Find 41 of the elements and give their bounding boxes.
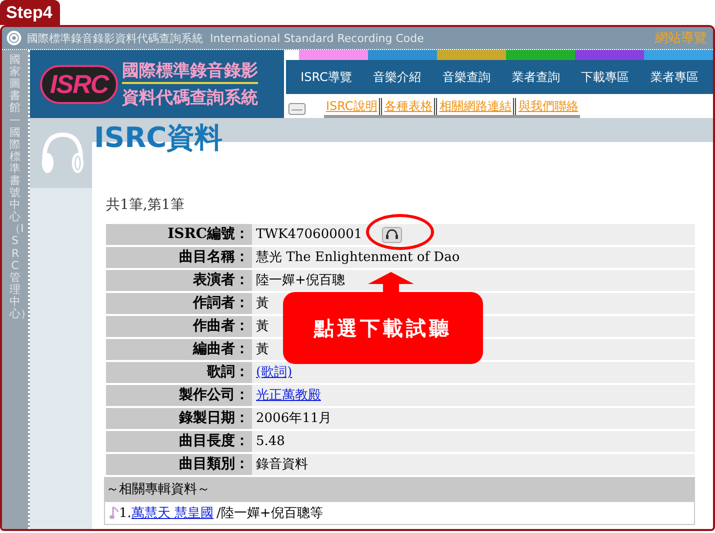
- page-title: ISRC資料: [94, 120, 224, 156]
- callout-tooltip: 點選下載試聽: [283, 292, 483, 364]
- highlight-ellipse: [366, 214, 434, 250]
- section-header: ～相關專輯資料～: [104, 477, 695, 501]
- album-link[interactable]: 萬慧天 慧皇國: [131, 504, 214, 522]
- field-value: 錄音資料: [252, 454, 695, 475]
- nav-link[interactable]: 業者查詢: [512, 68, 560, 86]
- logo-title: 國際標準錄音錄影: [122, 59, 258, 84]
- field-value: 陸一嬋+倪百聰: [252, 270, 695, 291]
- site-title: 國際標準錄音錄影資料代碼查詢系統 International Standard Recording Code: [27, 30, 424, 46]
- field-label: 作曲者：: [106, 316, 252, 337]
- field-label: 曲目類別：: [106, 454, 252, 475]
- nav-link[interactable]: 下載專區: [581, 68, 630, 86]
- nav-link[interactable]: ISRC導覽: [300, 68, 352, 86]
- code-text: TWK470600001: [256, 227, 362, 242]
- field-value: 2006年11月: [252, 408, 695, 429]
- field-label: 製作公司：: [106, 385, 252, 406]
- field-label: 編曲者：: [106, 339, 252, 360]
- field-value: 5.48: [252, 431, 695, 452]
- nav-link[interactable]: 業者專區: [650, 68, 698, 86]
- value-link[interactable]: (歌詞): [256, 365, 292, 380]
- nav-link[interactable]: 音樂介紹: [373, 68, 422, 86]
- field-label: 歌詞：: [106, 362, 252, 383]
- music-note-icon: [109, 506, 119, 520]
- field-label: 表演者：: [106, 270, 252, 291]
- card-icon: [288, 102, 306, 116]
- field-value: 慧光 The Enlightenment of Dao: [252, 247, 695, 268]
- logo-mark: ISRC: [40, 64, 118, 104]
- album-number: 1.: [119, 506, 132, 520]
- value-link[interactable]: 光正萬教殿: [256, 388, 321, 403]
- field-label: ISRC編號：: [106, 224, 252, 245]
- result-count: 共1筆,第1筆: [106, 196, 186, 214]
- nav-link[interactable]: 音樂查詢: [442, 68, 490, 86]
- pointer-arrow: [368, 272, 414, 293]
- field-label: 錄製日期：: [106, 408, 252, 429]
- listen-button[interactable]: [382, 226, 402, 243]
- field-label: 作詞者：: [106, 293, 252, 314]
- logo-subtitle: 資料代碼查詢系統: [122, 87, 258, 109]
- field-label: 曲目名稱：: [106, 247, 252, 268]
- field-label: 曲目長度：: [106, 431, 252, 452]
- album-artists: /陸一嬋+倪百聰等: [216, 505, 323, 522]
